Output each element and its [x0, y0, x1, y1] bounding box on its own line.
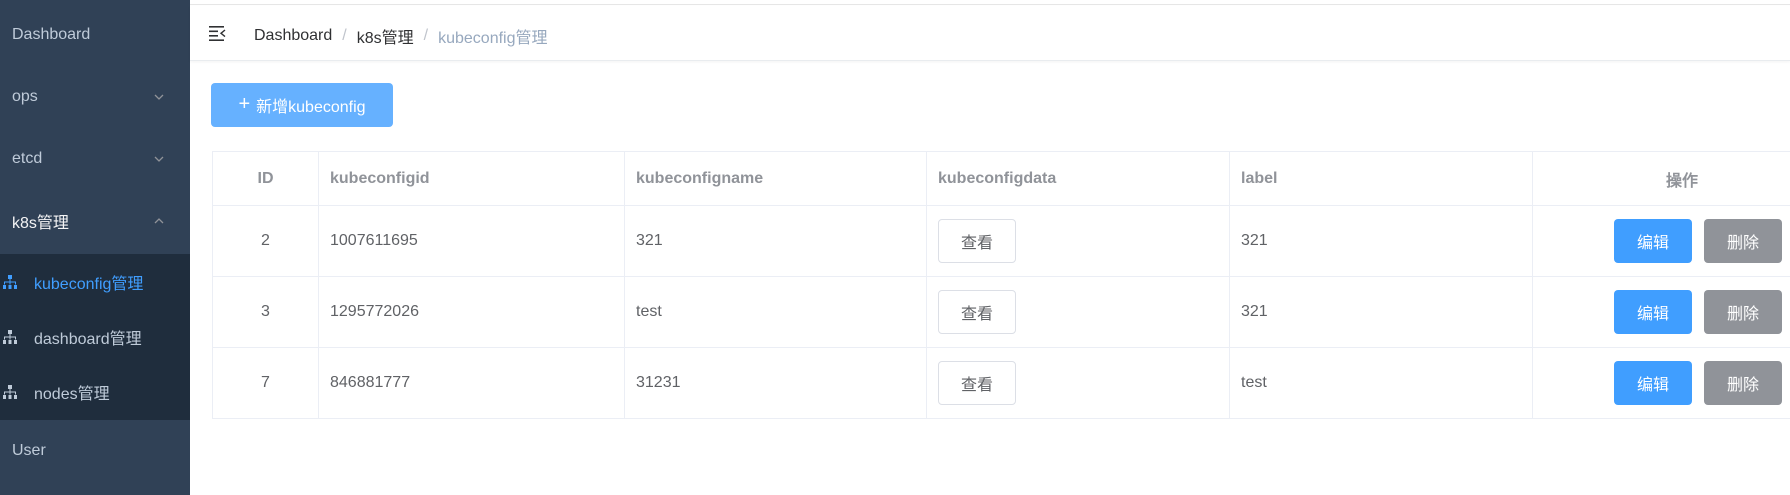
top-divider: [190, 0, 1790, 5]
view-button[interactable]: 查看: [938, 219, 1016, 263]
cell-label: 321: [1230, 206, 1533, 276]
cell-id: 2: [213, 206, 319, 276]
breadcrumb-separator: /: [423, 27, 429, 44]
sidebar-item-kubeconfig[interactable]: kubeconfig管理: [0, 254, 190, 309]
k8s-submenu: kubeconfig管理 dashboard管理 nodes管理: [0, 254, 190, 420]
sidebar-item-label: kubeconfig管理: [34, 275, 144, 293]
sitemap-icon: [3, 329, 17, 344]
sidebar-item-dashboard[interactable]: Dashboard: [0, 4, 190, 66]
edit-button[interactable]: 编辑: [1614, 361, 1692, 405]
breadcrumb-item-k8s[interactable]: k8s管理: [357, 24, 414, 48]
sidebar-item-label: ops: [12, 88, 38, 105]
sidebar-item-nodes[interactable]: nodes管理: [0, 364, 190, 419]
kubeconfig-table: ID kubeconfigid kubeconfigname kubeconfi…: [212, 151, 1790, 419]
table-row: 7 846881777 31231 查看 test 编辑 删除: [213, 348, 1790, 419]
view-button[interactable]: 查看: [938, 290, 1016, 334]
cell-label: test: [1230, 348, 1533, 418]
chevron-down-icon: [154, 156, 164, 162]
view-button[interactable]: 查看: [938, 361, 1016, 405]
main-content: Dashboard / k8s管理 / kubeconfig管理 + 新增kub…: [190, 0, 1790, 495]
column-header-id: ID: [213, 152, 319, 205]
cell-kubeconfigdata: 查看: [927, 206, 1230, 276]
sidebar-item-etcd[interactable]: etcd: [0, 128, 190, 190]
breadcrumb-item-current: kubeconfig管理: [438, 30, 548, 47]
sidebar-item-dashboard-manage[interactable]: dashboard管理: [0, 309, 190, 364]
cell-id: 7: [213, 348, 319, 418]
cell-kubeconfigid: 846881777: [319, 348, 625, 418]
column-header-kubeconfigid: kubeconfigid: [319, 152, 625, 205]
table-header: ID kubeconfigid kubeconfigname kubeconfi…: [213, 152, 1790, 206]
cell-kubeconfigid: 1295772026: [319, 277, 625, 347]
cell-kubeconfigname: 31231: [625, 348, 927, 418]
hamburger-icon[interactable]: [208, 23, 228, 43]
sitemap-icon: [3, 274, 17, 289]
breadcrumb: Dashboard / k8s管理 / kubeconfig管理: [254, 24, 548, 48]
column-header-kubeconfigdata: kubeconfigdata: [927, 152, 1230, 205]
column-header-label: label: [1230, 152, 1533, 205]
cell-kubeconfigname: 321: [625, 206, 927, 276]
sidebar-item-label: nodes管理: [34, 385, 110, 403]
column-header-actions: 操作: [1665, 172, 1698, 190]
sitemap-icon: [3, 384, 17, 399]
column-header-kubeconfigname: kubeconfigname: [625, 152, 927, 205]
cell-kubeconfigid: 1007611695: [319, 206, 625, 276]
breadcrumb-separator: /: [342, 27, 347, 44]
table-row: 2 1007611695 321 查看 321 编辑 删除: [213, 206, 1790, 277]
breadcrumb-item-dashboard[interactable]: Dashboard: [254, 27, 332, 45]
cell-actions: 编辑 删除: [1533, 348, 1790, 418]
sidebar-item-k8s[interactable]: k8s管理: [0, 190, 190, 252]
sidebar-item-label: dashboard管理: [34, 330, 142, 348]
cell-actions: 编辑 删除: [1533, 206, 1790, 276]
add-kubeconfig-button[interactable]: + 新增kubeconfig: [211, 83, 393, 127]
cell-actions: 编辑 删除: [1533, 277, 1790, 347]
sidebar: Dashboard ops etcd k8s管理 kubeconfig管理 da…: [0, 0, 190, 495]
sidebar-item-ops[interactable]: ops: [0, 66, 190, 128]
plus-icon: +: [238, 93, 251, 115]
sidebar-item-label: k8s管理: [12, 215, 69, 232]
cell-label: 321: [1230, 277, 1533, 347]
cell-kubeconfigname: test: [625, 277, 927, 347]
cell-kubeconfigdata: 查看: [927, 348, 1230, 418]
cell-id: 3: [213, 277, 319, 347]
edit-button[interactable]: 编辑: [1614, 290, 1692, 334]
sidebar-item-user[interactable]: User: [0, 420, 190, 482]
navbar: Dashboard / k8s管理 / kubeconfig管理: [190, 6, 1790, 61]
table-row: 3 1295772026 test 查看 321 编辑 删除: [213, 277, 1790, 348]
chevron-down-icon: [154, 94, 164, 100]
add-kubeconfig-label: 新增kubeconfig: [256, 99, 366, 116]
sidebar-item-label: Dashboard: [12, 26, 91, 43]
cell-kubeconfigdata: 查看: [927, 277, 1230, 347]
sidebar-item-label: etcd: [12, 150, 43, 167]
chevron-up-icon: [154, 218, 164, 224]
delete-button[interactable]: 删除: [1704, 290, 1782, 334]
delete-button[interactable]: 删除: [1704, 219, 1782, 263]
sidebar-item-label: User: [12, 442, 46, 459]
edit-button[interactable]: 编辑: [1614, 219, 1692, 263]
delete-button[interactable]: 删除: [1704, 361, 1782, 405]
